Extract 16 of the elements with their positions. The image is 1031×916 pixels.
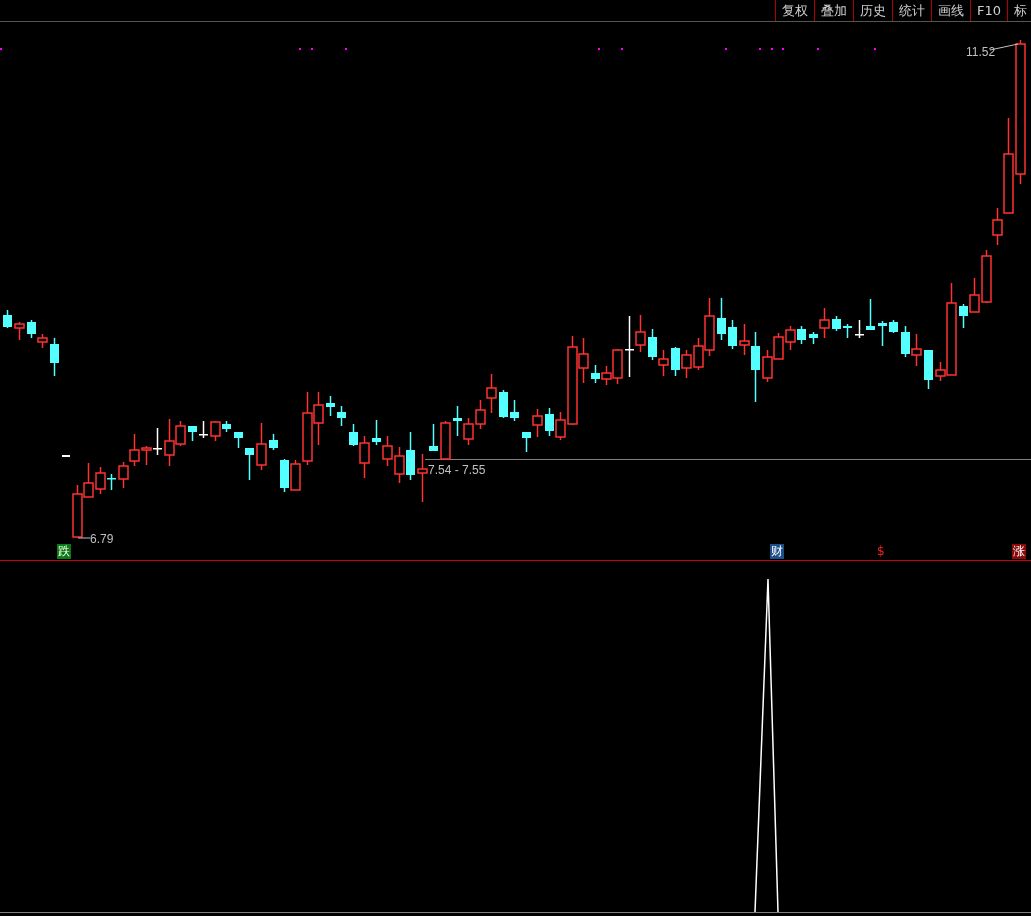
toolbar-button[interactable]: 叠加 — [813, 0, 853, 21]
toolbar-button[interactable]: 画线 — [930, 0, 970, 21]
event-marker[interactable]: 财 — [770, 544, 784, 559]
price-range-label: 7.54 - 7.55 — [428, 462, 486, 479]
price-high-label: 11.52 — [966, 44, 996, 61]
toolbar-button[interactable]: 历史 — [852, 0, 892, 21]
event-marker[interactable]: 涨 — [1012, 544, 1026, 559]
toolbar-button[interactable]: 标 — [1007, 0, 1031, 21]
dash-mark — [61, 455, 71, 457]
event-marker[interactable]: $ — [876, 544, 886, 559]
toolbar-button[interactable]: F10 — [969, 0, 1007, 21]
leader-line — [77, 537, 91, 539]
event-marker[interactable]: 跌 — [57, 544, 71, 559]
toolbar-button[interactable]: 复权 — [774, 0, 814, 21]
price-low-label: 6.79 — [90, 531, 114, 548]
toolbar-button[interactable]: 统计 — [891, 0, 931, 21]
